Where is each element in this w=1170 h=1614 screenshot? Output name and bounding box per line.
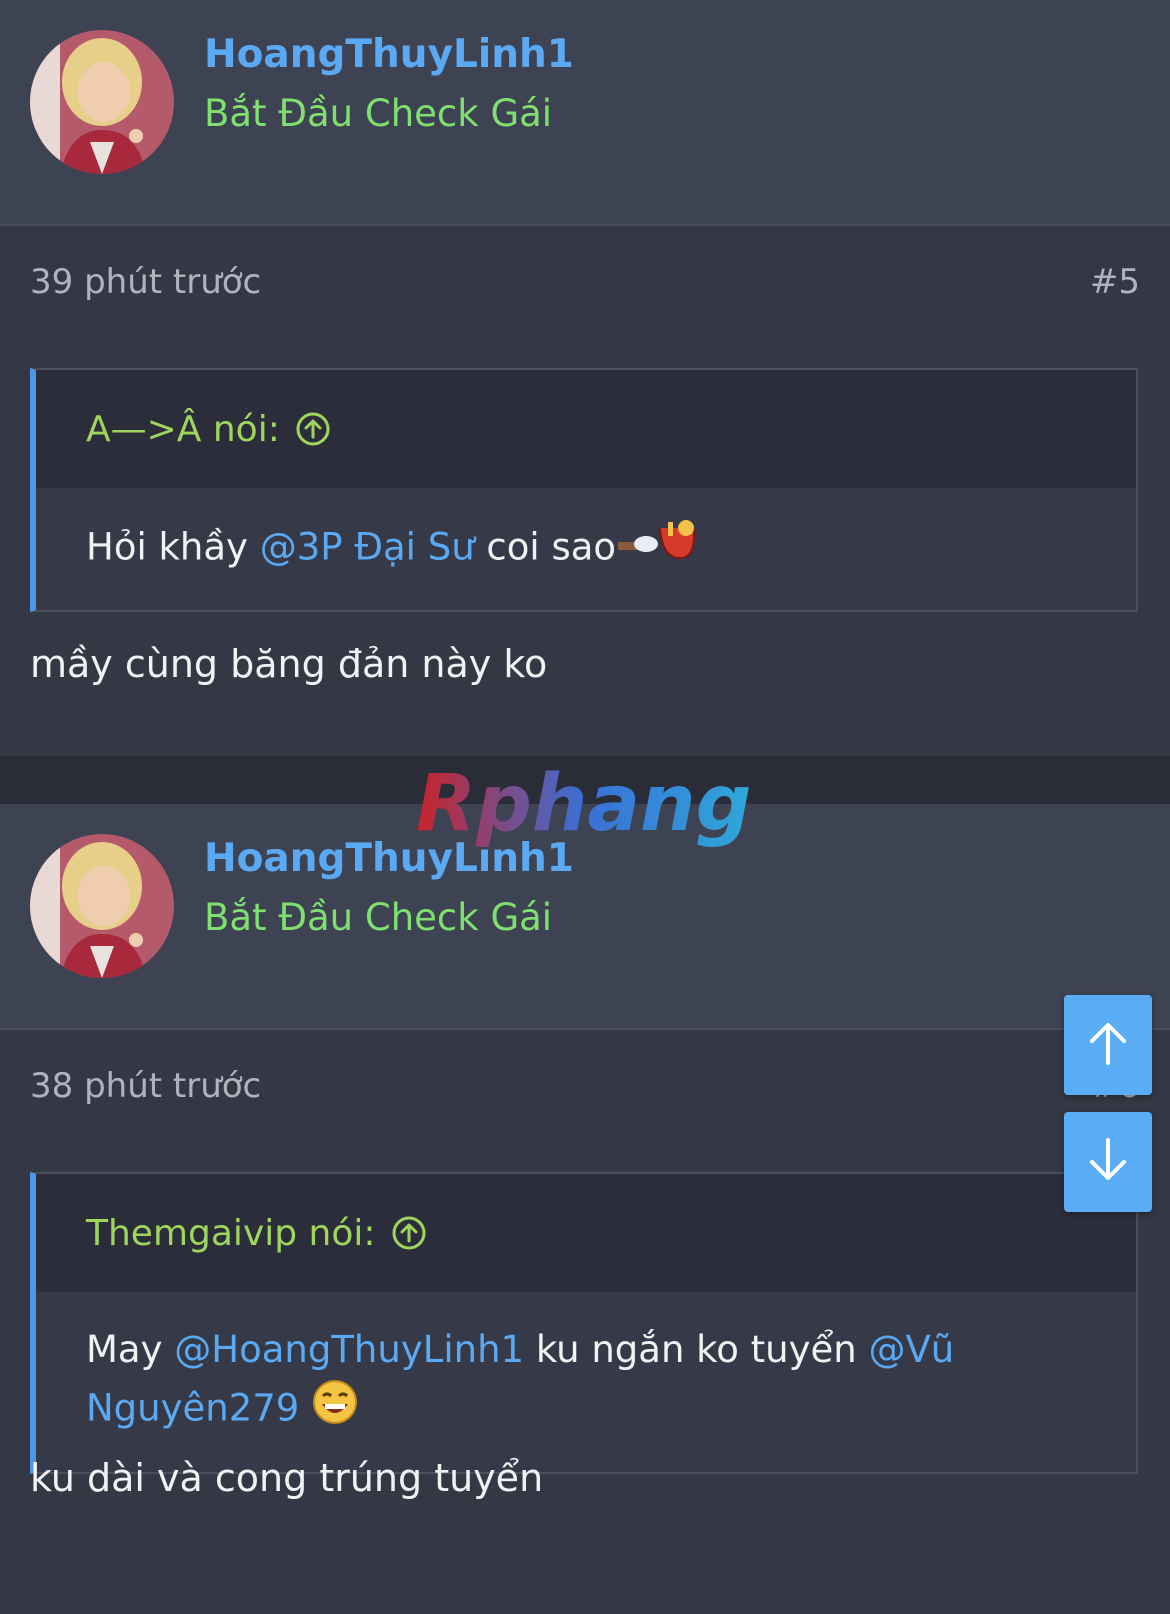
quote-content: Hỏi khầy @3P Đại Sư coi sao	[36, 488, 1136, 610]
post-number[interactable]: #5	[1090, 262, 1140, 302]
quote-text: ku ngắn ko tuyển	[524, 1328, 869, 1371]
quote-header: A—>Â nói:	[36, 370, 1136, 488]
quote-block: A—>Â nói: Hỏi khầy @3P Đại Sư coi sao	[30, 368, 1138, 612]
arrow-up-circle-icon[interactable]	[392, 1216, 426, 1250]
quote-block: Themgaivip nói: May @HoangThuyLinh1 ku n…	[30, 1172, 1138, 1474]
user-title: Bắt Đầu Check Gái	[204, 92, 553, 135]
post: HoangThuyLinh1 Bắt Đầu Check Gái 38 phút…	[0, 804, 1170, 1614]
quote-content: May @HoangThuyLinh1 ku ngắn ko tuyển @Vũ…	[36, 1292, 1136, 1472]
mention-link[interactable]: @HoangThuyLinh1	[174, 1328, 524, 1371]
post-header: HoangThuyLinh1 Bắt Đầu Check Gái	[0, 0, 1170, 226]
arrow-up-icon	[1086, 1019, 1130, 1071]
watermark-logo: Rphang	[410, 758, 760, 858]
smoking-emoji-icon	[616, 518, 700, 580]
post-message: ku dài và cong trúng tuyển	[30, 1456, 544, 1500]
quote-author[interactable]: Themgaivip nói:	[86, 1213, 376, 1254]
post-message: mầy cùng băng đản này ko	[30, 642, 548, 686]
quote-text: coi sao	[474, 525, 617, 569]
scroll-to-bottom-button[interactable]	[1064, 1112, 1152, 1212]
avatar[interactable]	[30, 30, 174, 174]
laughing-emoji-icon	[311, 1378, 359, 1442]
post: HoangThuyLinh1 Bắt Đầu Check Gái 39 phút…	[0, 0, 1170, 756]
arrow-down-icon	[1086, 1136, 1130, 1188]
mention-link[interactable]: @3P Đại Sư	[260, 526, 475, 569]
scroll-to-top-button[interactable]	[1064, 995, 1152, 1095]
user-title: Bắt Đầu Check Gái	[204, 896, 553, 939]
arrow-up-circle-icon[interactable]	[296, 412, 330, 446]
username[interactable]: HoangThuyLinh1	[204, 32, 574, 77]
watermark-text: Rphang	[416, 759, 751, 849]
avatar[interactable]	[30, 834, 174, 978]
quote-text: Hỏi khầy	[86, 525, 260, 569]
quote-header: Themgaivip nói:	[36, 1174, 1136, 1292]
post-timestamp[interactable]: 38 phút trước	[30, 1066, 261, 1106]
quote-text: May	[86, 1328, 175, 1371]
quote-author[interactable]: A—>Â nói:	[86, 409, 280, 450]
post-timestamp[interactable]: 39 phút trước	[30, 262, 261, 302]
